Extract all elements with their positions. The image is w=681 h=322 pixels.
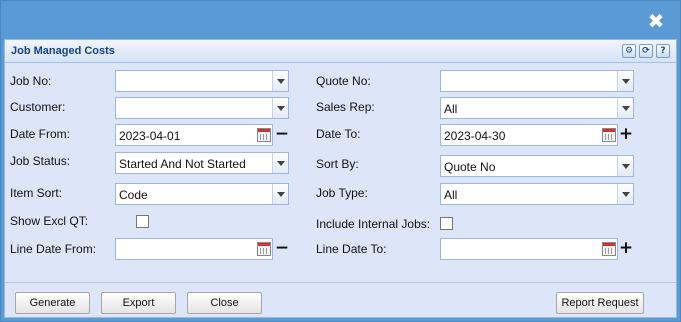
chevron-down-icon[interactable] bbox=[617, 184, 633, 204]
sort-by-label: Sort By: bbox=[316, 157, 359, 171]
date-to-label: Date To: bbox=[316, 127, 361, 141]
job-type-label: Job Type: bbox=[316, 186, 368, 200]
chevron-down-icon[interactable] bbox=[272, 184, 288, 204]
sales-rep-combo[interactable]: All bbox=[440, 97, 634, 119]
chevron-down-icon[interactable] bbox=[617, 156, 633, 176]
chevron-down-icon[interactable] bbox=[272, 153, 288, 173]
dialog-titlebar: ✖ bbox=[1, 1, 680, 39]
include-internal-label: Include Internal Jobs: bbox=[316, 217, 431, 231]
sales-rep-value: All bbox=[444, 102, 458, 116]
dialog-window: ✖ Job Managed Costs ⚙ ⟳ ? Job No: Quote … bbox=[0, 0, 681, 322]
date-from-value: 2023-04-01 bbox=[119, 129, 181, 143]
show-excl-qt-checkbox[interactable] bbox=[136, 215, 149, 228]
generate-button[interactable]: Generate bbox=[15, 292, 90, 314]
include-internal-checkbox[interactable] bbox=[440, 217, 453, 230]
refresh-icon[interactable]: ⟳ bbox=[639, 44, 653, 58]
button-bar: Generate Export Close Report Request bbox=[5, 282, 676, 317]
date-from-minus-button[interactable]: − bbox=[274, 125, 290, 145]
sort-by-value: Quote No bbox=[444, 160, 496, 174]
calendar-icon[interactable] bbox=[602, 242, 616, 256]
show-excl-qt-label: Show Excl QT: bbox=[10, 214, 89, 228]
job-status-value: Started And Not Started bbox=[119, 157, 246, 171]
close-button[interactable]: Close bbox=[187, 292, 262, 314]
job-no-label: Job No: bbox=[10, 74, 52, 88]
chevron-down-icon[interactable] bbox=[617, 71, 633, 91]
chevron-down-icon[interactable] bbox=[272, 98, 288, 118]
calendar-icon[interactable] bbox=[257, 242, 271, 256]
gear-icon[interactable]: ⚙ bbox=[622, 44, 636, 58]
line-date-to-plus-button[interactable]: + bbox=[618, 239, 634, 259]
panel-title: Job Managed Costs bbox=[11, 45, 115, 57]
date-to-field[interactable]: 2023-04-30 bbox=[440, 124, 618, 146]
date-to-plus-button[interactable]: + bbox=[618, 125, 634, 145]
line-date-from-field[interactable] bbox=[115, 238, 273, 260]
job-status-label: Job Status: bbox=[10, 154, 71, 168]
job-type-value: All bbox=[444, 188, 458, 202]
line-date-to-label: Line Date To: bbox=[316, 242, 387, 256]
customer-combo[interactable] bbox=[115, 97, 289, 119]
line-date-from-minus-button[interactable]: − bbox=[274, 239, 290, 259]
job-type-combo[interactable]: All bbox=[440, 183, 634, 205]
sales-rep-label: Sales Rep: bbox=[316, 100, 375, 114]
chevron-down-icon[interactable] bbox=[617, 98, 633, 118]
job-no-combo[interactable] bbox=[115, 70, 289, 92]
date-from-label: Date From: bbox=[10, 127, 71, 141]
item-sort-label: Item Sort: bbox=[10, 186, 63, 200]
quote-no-label: Quote No: bbox=[316, 74, 371, 88]
sort-by-combo[interactable]: Quote No bbox=[440, 155, 634, 177]
export-button[interactable]: Export bbox=[101, 292, 176, 314]
line-date-from-label: Line Date From: bbox=[10, 242, 97, 256]
date-from-field[interactable]: 2023-04-01 bbox=[115, 124, 273, 146]
item-sort-value: Code bbox=[119, 188, 148, 202]
customer-label: Customer: bbox=[10, 100, 66, 114]
panel-header: Job Managed Costs ⚙ ⟳ ? bbox=[5, 40, 676, 63]
item-sort-combo[interactable]: Code bbox=[115, 183, 289, 205]
panel-tools: ⚙ ⟳ ? bbox=[622, 44, 670, 58]
report-request-button[interactable]: Report Request bbox=[556, 292, 644, 314]
close-icon[interactable]: ✖ bbox=[647, 11, 665, 31]
date-to-value: 2023-04-30 bbox=[444, 129, 506, 143]
report-panel: Job Managed Costs ⚙ ⟳ ? Job No: Quote No… bbox=[4, 39, 677, 318]
quote-no-combo[interactable] bbox=[440, 70, 634, 92]
chevron-down-icon[interactable] bbox=[272, 71, 288, 91]
line-date-to-field[interactable] bbox=[440, 238, 618, 260]
job-status-combo[interactable]: Started And Not Started bbox=[115, 152, 289, 174]
calendar-icon[interactable] bbox=[602, 128, 616, 142]
calendar-icon[interactable] bbox=[257, 128, 271, 142]
help-icon[interactable]: ? bbox=[656, 44, 670, 58]
